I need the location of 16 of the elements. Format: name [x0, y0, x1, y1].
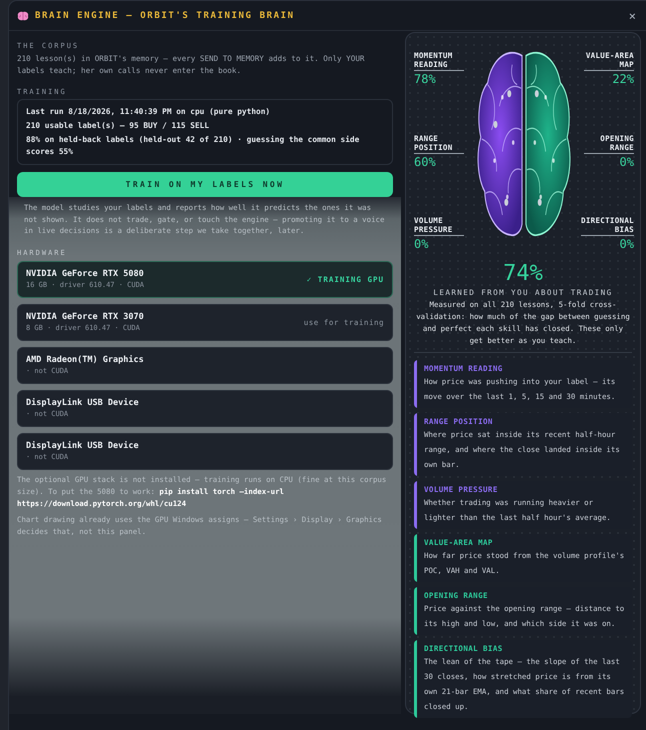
region-percent: 0%	[620, 154, 634, 168]
close-button[interactable]: ×	[626, 8, 638, 22]
score-percent: 74%	[502, 261, 544, 286]
region-percent: 0%	[414, 237, 428, 251]
device-name: AMD Radeon(TM) Graphics	[26, 355, 144, 365]
region-percent: 22%	[612, 72, 634, 86]
device-name: NVIDIA GeForce RTX 5080	[26, 269, 144, 279]
device-name: DisplayLink USB Device	[26, 398, 139, 408]
brain-icon	[17, 10, 29, 20]
device-name: NVIDIA GeForce RTX 3070	[26, 312, 144, 322]
region-percent: 60%	[414, 154, 436, 168]
window-title: BRAIN ENGINE — ORBIT'S TRAINING BRAIN	[35, 10, 296, 20]
train-button[interactable]: TRAIN ON MY LABELS NOW	[17, 172, 393, 197]
region-percent: 0%	[620, 237, 634, 251]
region-percent: 78%	[414, 72, 436, 86]
device-name: DisplayLink USB Device	[26, 441, 139, 451]
